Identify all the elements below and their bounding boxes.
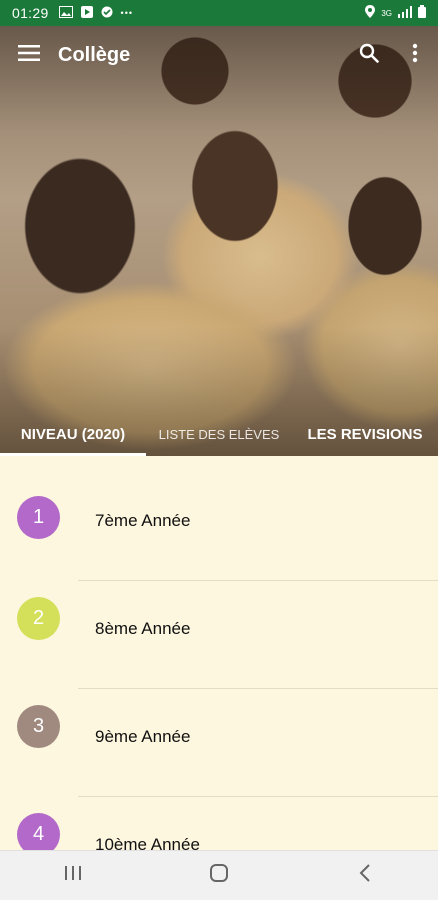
tab-label: NIVEAU (2020) (20, 425, 126, 443)
level-label: 9ème Année (95, 727, 191, 746)
more-options-button[interactable] (392, 26, 438, 84)
signal-icon (398, 5, 412, 21)
vpn-icon (101, 5, 113, 21)
tab-label: LISTE DES ELÈVES (158, 426, 280, 442)
overflow-dots: ••• (120, 8, 133, 18)
tab-niveau[interactable]: NIVEAU (2020) (0, 412, 146, 456)
search-button[interactable] (346, 26, 392, 84)
play-store-icon (80, 5, 93, 21)
level-number-badge: 2 (17, 597, 60, 640)
status-time: 01:29 (12, 5, 49, 21)
app-toolbar: Collège (0, 26, 438, 84)
system-nav-bar (0, 850, 438, 900)
tab-revisions[interactable]: LES REVISIONS (292, 412, 438, 456)
recents-icon (64, 865, 82, 886)
list-item[interactable]: 3 9ème Année (0, 689, 438, 797)
home-icon (209, 863, 229, 888)
list-item[interactable]: 2 8ème Année (0, 581, 438, 689)
header-photo (0, 26, 438, 456)
page-title: Collège (58, 43, 131, 66)
menu-icon (18, 44, 40, 66)
home-button[interactable] (179, 851, 259, 900)
tab-liste-eleves[interactable]: LISTE DES ELÈVES (146, 412, 292, 456)
level-number-badge: 1 (17, 496, 60, 539)
network-type: 3G (381, 8, 392, 18)
list-item[interactable]: 4 10ème Année (0, 797, 438, 850)
tab-label: LES REVISIONS (307, 425, 423, 443)
status-bar: 01:29 ••• 3G (0, 0, 438, 26)
level-number-badge: 4 (17, 813, 60, 850)
level-label: 8ème Année (95, 619, 191, 638)
battery-icon (418, 5, 426, 21)
back-icon (359, 864, 371, 887)
more-vert-icon (412, 43, 418, 68)
tab-bar: NIVEAU (2020) LISTE DES ELÈVES LES REVIS… (0, 412, 438, 456)
search-icon (359, 43, 379, 68)
level-label: 7ème Année (95, 511, 191, 530)
back-button[interactable] (325, 851, 405, 900)
level-label: 10ème Année (95, 835, 200, 850)
location-icon (365, 5, 376, 21)
recents-button[interactable] (33, 851, 113, 900)
level-number-badge: 3 (17, 705, 60, 748)
level-list: 1 7ème Année 2 8ème Année 3 9ème Année 4… (0, 456, 438, 850)
image-icon (58, 5, 73, 21)
menu-button[interactable] (0, 26, 58, 84)
list-item[interactable]: 1 7ème Année (0, 456, 438, 581)
